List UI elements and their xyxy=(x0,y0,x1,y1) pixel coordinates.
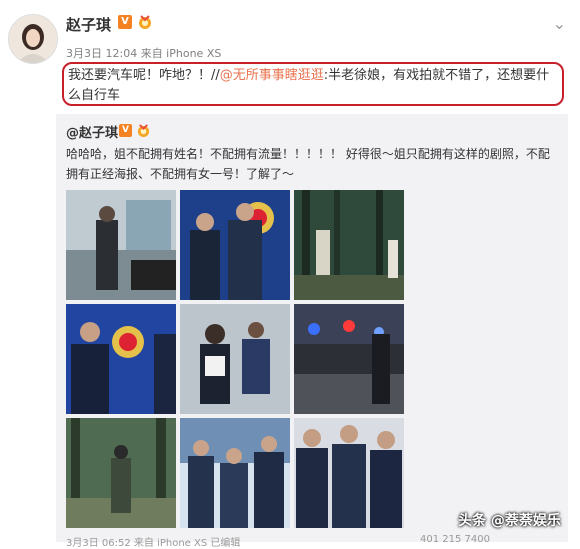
watermark: 头条 @萘萘娱乐 xyxy=(458,513,561,529)
post-body-prefix: 我还要汽车呢！咋地？！// xyxy=(68,68,220,83)
verified-badge-icon: V xyxy=(118,15,132,29)
photo-police-officer-emblem-2[interactable] xyxy=(66,304,176,414)
mention-link[interactable]: @无所事事瞎逛逛 xyxy=(220,68,324,83)
repost-stats: 401 215 7400 xyxy=(420,534,490,545)
chevron-down-icon[interactable]: ⌄ xyxy=(553,14,566,33)
photo-forest-walk[interactable] xyxy=(66,418,176,528)
medal-icon xyxy=(139,15,151,29)
photo-police-group[interactable] xyxy=(180,418,290,528)
photo-office-man[interactable] xyxy=(66,190,176,300)
photo-night-police-cars[interactable] xyxy=(294,304,404,414)
photo-grid xyxy=(66,190,404,530)
repost-card: @赵子琪 V 哈哈哈，姐不配拥有姓名！不配拥有流量！！！！！ 好得很～姐只配拥有… xyxy=(56,114,568,542)
repost-author[interactable]: @赵子琪 xyxy=(66,122,118,141)
medal-icon xyxy=(137,124,150,138)
weibo-post: 赵子琪 V ⌄ 3月3日 12:04 来自 iPhone XS 我还要汽车呢！咋… xyxy=(0,0,580,549)
author-name[interactable]: 赵子琪 xyxy=(66,14,111,35)
post-meta: 3月3日 12:04 来自 iPhone XS xyxy=(66,47,222,60)
post-body: 我还要汽车呢！咋地？！//@无所事事瞎逛逛:半老徐娘，有戏拍就不错了，还想要什么… xyxy=(62,62,564,106)
avatar[interactable] xyxy=(8,14,58,64)
photo-police-officers-emblem[interactable] xyxy=(180,190,290,300)
photo-police-trio[interactable] xyxy=(294,418,404,528)
verified-badge-icon: V xyxy=(119,124,132,137)
photo-running-scene[interactable] xyxy=(180,304,290,414)
photo-forest-scene[interactable] xyxy=(294,190,404,300)
repost-text: 哈哈哈，姐不配拥有姓名！不配拥有流量！！！！！ 好得很～姐只配拥有这样的剧照，不… xyxy=(66,147,550,181)
